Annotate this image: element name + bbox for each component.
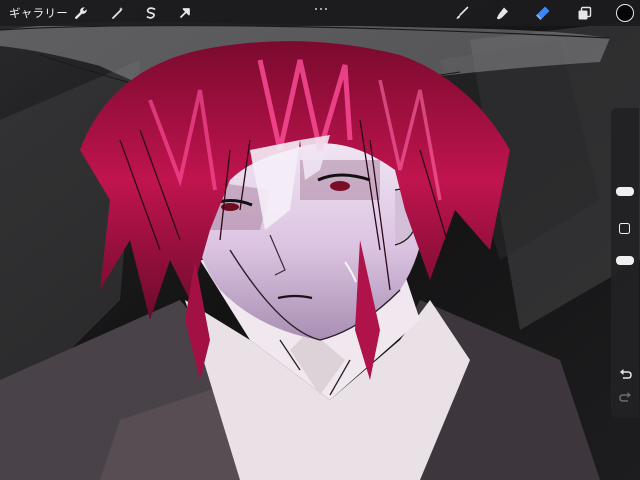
wrench-icon[interactable] [71, 3, 91, 23]
gallery-button[interactable]: ギャラリー [9, 5, 68, 21]
procreate-app: ギャラリー [0, 0, 640, 480]
eraser-icon[interactable] [533, 3, 553, 23]
smudge-icon[interactable] [492, 3, 512, 23]
redo-icon[interactable] [617, 390, 633, 404]
layers-icon[interactable] [574, 3, 594, 23]
color-picker-swatch[interactable] [616, 4, 634, 22]
undo-icon[interactable] [617, 367, 633, 381]
drawing-canvas[interactable] [0, 0, 640, 480]
arrow-cursor-icon[interactable] [175, 3, 195, 23]
magic-wand-icon[interactable] [108, 3, 128, 23]
right-sidebar [611, 108, 639, 418]
opacity-slider[interactable] [616, 256, 634, 265]
brush-size-slider[interactable] [616, 187, 634, 196]
brush-icon[interactable] [451, 3, 471, 23]
more-dots-icon[interactable] [311, 4, 331, 14]
square-modify-icon[interactable] [619, 223, 630, 234]
selection-s-icon[interactable] [141, 3, 161, 23]
top-toolbar: ギャラリー [0, 0, 640, 26]
